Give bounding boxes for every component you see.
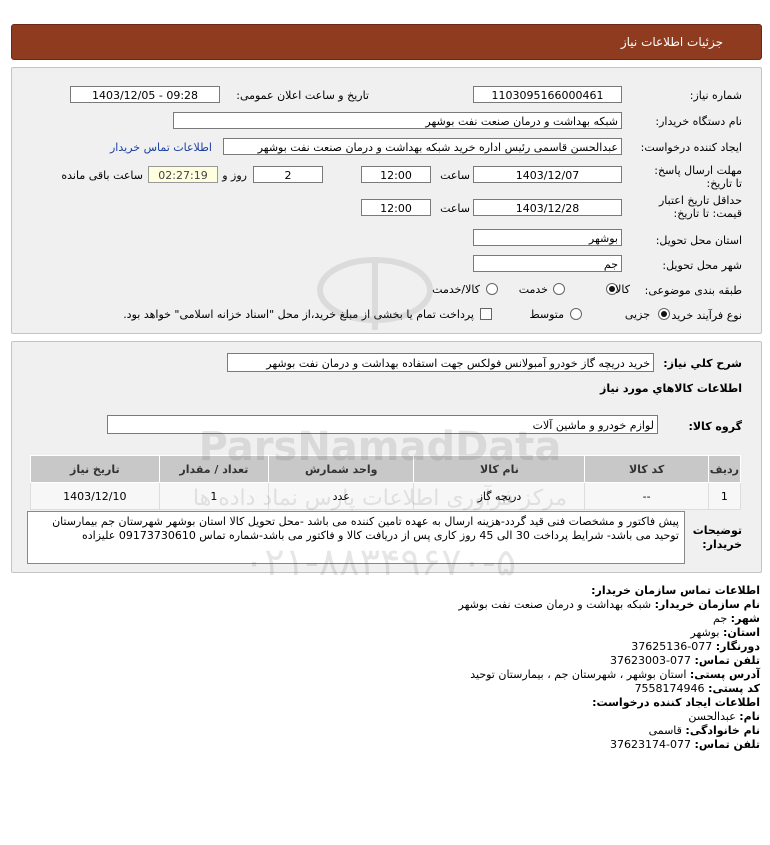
summary-label: شرح کلي نياز: bbox=[663, 357, 742, 370]
creator-family: نام خانوادگی: قاسمی bbox=[649, 724, 760, 737]
contact-province: استان: بوشهر bbox=[690, 626, 760, 639]
price-validity-label: حداقل تاریخ اعتبار قیمت: تا تاریخ: bbox=[658, 194, 742, 220]
day-and-label: روز و bbox=[222, 169, 247, 182]
creator-phone: تلفن تماس: 077-37623174 bbox=[610, 738, 760, 751]
contact-fax-label: دورنگار: bbox=[715, 640, 760, 653]
contact-city-label: شهر: bbox=[730, 612, 760, 625]
contact-org-value: شبکه بهداشت و درمان صنعت نفت بوشهر bbox=[458, 598, 652, 611]
contact-address: آدرس پستی: استان بوشهر ، شهرستان جم ، بی… bbox=[470, 668, 760, 681]
deadline-time-field: 12:00 bbox=[361, 166, 431, 183]
validity-time-label: ساعت bbox=[440, 202, 470, 215]
contact-province-label: استان: bbox=[723, 626, 760, 639]
contact-city-value: جم bbox=[713, 612, 728, 625]
contact-org: نام سازمان خریدار: شبکه بهداشت و درمان ص… bbox=[459, 598, 760, 611]
province-field: بوشهر bbox=[473, 229, 622, 246]
contact-heading: اطلاعات تماس سازمان خریدار: bbox=[591, 584, 760, 597]
validity-date-field: 1403/12/28 bbox=[473, 199, 622, 216]
category-option-goods-service: کالا/خدمت bbox=[432, 283, 480, 296]
buyer-contact-link[interactable]: اطلاعات تماس خریدار bbox=[110, 141, 212, 154]
city-field: جم bbox=[473, 255, 622, 272]
buyer-notes-field: پیش فاکتور و مشخصات فنی قید گردد-هزینه ا… bbox=[27, 511, 685, 564]
col-item-name: نام کالا bbox=[413, 455, 586, 483]
col-item-code: کد کالا bbox=[584, 455, 709, 483]
process-option-medium: متوسط bbox=[529, 308, 564, 321]
category-label: طبقه بندی موضوعی: bbox=[644, 284, 742, 297]
contact-city: شهر: جم bbox=[713, 612, 760, 625]
contact-phone-value: 077-37623003 bbox=[610, 654, 692, 667]
requester-label: ایجاد کننده درخواست: bbox=[640, 141, 742, 154]
validity-time-field: 12:00 bbox=[361, 199, 431, 216]
treasury-payment-checkbox[interactable] bbox=[480, 308, 492, 320]
table-header-row: ردیف کد کالا نام کالا واحد شمارش تعداد /… bbox=[30, 455, 742, 483]
creator-name-label: نام: bbox=[739, 710, 760, 723]
cell-item-name: دریچه گاز bbox=[413, 482, 586, 510]
city-label: شهر محل تحویل: bbox=[662, 259, 742, 272]
buyer-org-field: شبکه بهداشت و درمان صنعت نفت بوشهر bbox=[173, 112, 622, 129]
creator-name-value: عبدالحسن bbox=[688, 710, 736, 723]
col-quantity: تعداد / مقدار bbox=[158, 455, 270, 483]
process-radio-medium[interactable] bbox=[570, 308, 582, 320]
creator-family-value: قاسمی bbox=[648, 724, 682, 737]
process-option-minor: جزیی bbox=[624, 308, 650, 321]
deadline-time-label: ساعت bbox=[440, 169, 470, 182]
cell-item-code: -- bbox=[584, 482, 709, 510]
creator-phone-value: 077-37623174 bbox=[610, 738, 692, 751]
process-radio-minor[interactable] bbox=[658, 308, 670, 320]
title-bar: جزئیات اطلاعات نیاز bbox=[11, 24, 762, 60]
cell-quantity: 1 bbox=[158, 482, 270, 510]
goods-group-label: گروه کالا: bbox=[688, 420, 742, 433]
page-title: جزئیات اطلاعات نیاز bbox=[620, 35, 723, 49]
process-label: نوع فرآیند خرید : bbox=[664, 309, 742, 322]
contact-postal: کد پستی: 7558174946 bbox=[635, 682, 760, 695]
cell-need-date: 1403/12/10 bbox=[30, 482, 160, 510]
col-unit: واحد شمارش bbox=[268, 455, 415, 483]
buyer-notes-label: توضیحات خریدار: bbox=[692, 524, 742, 551]
announce-datetime-label: تاریخ و ساعت اعلان عمومی: bbox=[236, 89, 369, 102]
buyer-org-label: نام دستگاه خریدار: bbox=[655, 115, 742, 128]
col-need-date: تاریخ نیاز bbox=[30, 455, 160, 483]
deadline-date-field: 1403/12/07 bbox=[473, 166, 622, 183]
category-option-goods: کالا bbox=[615, 283, 630, 296]
col-row-number: ردیف bbox=[707, 455, 742, 483]
deadline-label: مهلت ارسال پاسخ: تا تاریخ: bbox=[654, 164, 742, 190]
contact-org-label: نام سازمان خریدار: bbox=[654, 598, 760, 611]
creator-name: نام: عبدالحسن bbox=[688, 710, 760, 723]
contact-province-value: بوشهر bbox=[690, 626, 720, 639]
days-field: 2 bbox=[253, 166, 323, 183]
requester-field: عبدالحسن قاسمی رئیس اداره خرید شبکه بهدا… bbox=[223, 138, 622, 155]
province-label: استان محل تحویل: bbox=[655, 234, 742, 247]
need-number-field: 1103095166000461 bbox=[473, 86, 622, 103]
contact-phone-label: تلفن تماس: bbox=[694, 654, 760, 667]
contact-fax-value: 077-37625136 bbox=[631, 640, 713, 653]
goods-table: ردیف کد کالا نام کالا واحد شمارش تعداد /… bbox=[30, 455, 742, 510]
contact-fax: دورنگار: 077-37625136 bbox=[631, 640, 760, 653]
category-radio-service[interactable] bbox=[553, 283, 565, 295]
creator-phone-label: تلفن تماس: bbox=[694, 738, 760, 751]
category-option-service: خدمت bbox=[518, 283, 548, 296]
contact-postal-value: 7558174946 bbox=[634, 682, 705, 695]
creator-family-label: نام خانوادگی: bbox=[685, 724, 760, 737]
treasury-payment-note: پرداخت تمام یا بخشی از مبلغ خرید،از محل … bbox=[123, 308, 474, 321]
summary-field: خرید دریچه گاز خودرو آمبولانس فولکس جهت … bbox=[227, 353, 654, 372]
creator-heading: اطلاعات ایجاد کننده درخواست: bbox=[592, 696, 760, 709]
cell-unit: عدد bbox=[268, 482, 415, 510]
contact-postal-label: کد پستی: bbox=[708, 682, 760, 695]
announce-datetime-field: 1403/12/05 - 09:28 bbox=[70, 86, 220, 103]
contact-address-label: آدرس پستی: bbox=[689, 668, 760, 681]
contact-address-value: استان بوشهر ، شهرستان جم ، بیمارستان توح… bbox=[470, 668, 687, 681]
need-number-label: شماره نیاز: bbox=[689, 89, 742, 102]
table-row: 1 -- دریچه گاز عدد 1 1403/12/10 bbox=[30, 482, 742, 510]
remaining-label: ساعت باقی مانده bbox=[61, 169, 143, 182]
page: جزئیات اطلاعات نیاز شماره نیاز: 11030951… bbox=[0, 0, 770, 845]
contact-phone: تلفن تماس: 077-37623003 bbox=[610, 654, 760, 667]
cell-row-number: 1 bbox=[707, 482, 742, 510]
goods-info-heading: اطلاعات کالاهاي مورد نياز bbox=[600, 382, 742, 395]
goods-group-field: لوازم خودرو و ماشین آلات bbox=[107, 415, 658, 434]
countdown-timer: 02:27:19 bbox=[148, 166, 218, 183]
category-radio-goods-service[interactable] bbox=[486, 283, 498, 295]
